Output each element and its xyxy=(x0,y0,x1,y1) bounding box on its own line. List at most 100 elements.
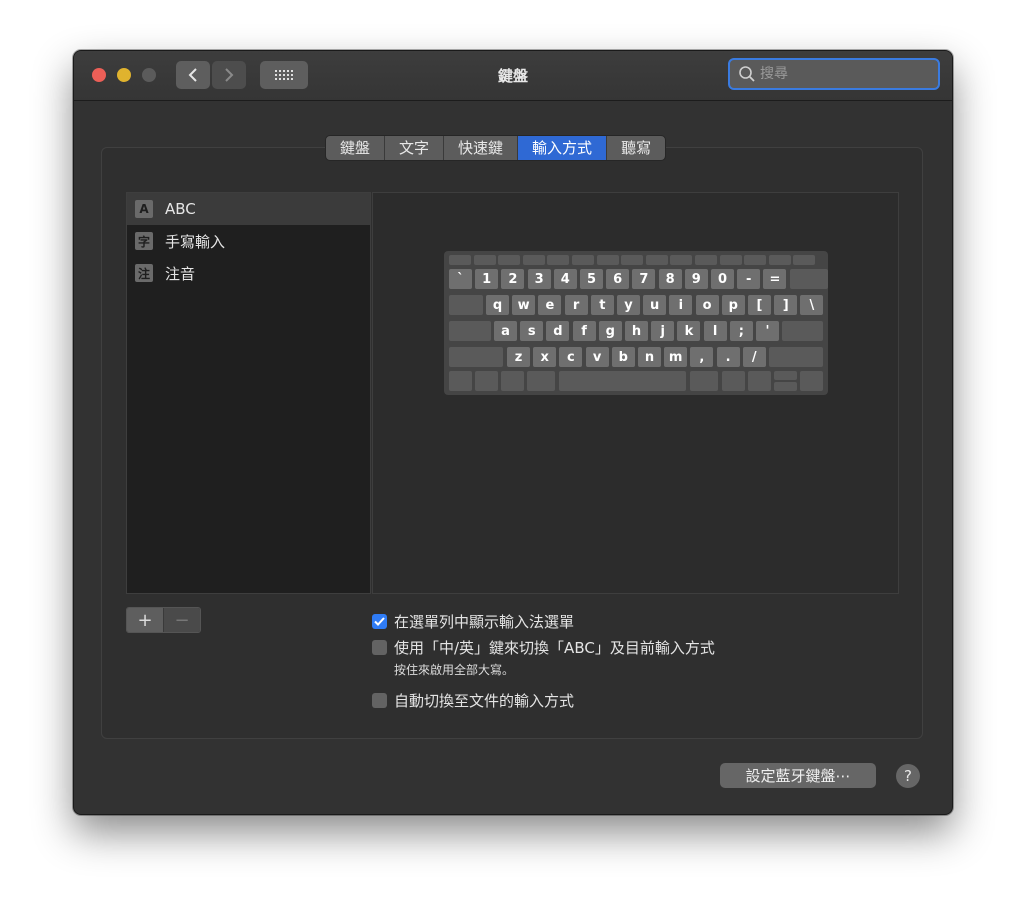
help-button[interactable]: ? xyxy=(896,764,920,788)
keycap: c xyxy=(559,347,583,367)
list-item-label: 手寫輸入 xyxy=(165,232,226,251)
keycap: z xyxy=(507,347,530,367)
keycap: 5 xyxy=(580,269,603,289)
auto-switch-checkbox[interactable] xyxy=(372,693,387,708)
tab-dictation[interactable]: 聽寫 xyxy=(607,136,665,160)
keycap: \ xyxy=(800,295,824,315)
keycap: n xyxy=(638,347,661,367)
keycap: k xyxy=(677,321,701,341)
blank-keycap xyxy=(768,255,791,265)
blank-keycap xyxy=(774,382,797,391)
tab-shortcuts[interactable]: 快速鍵 xyxy=(444,136,519,160)
remove-button[interactable]: − xyxy=(163,608,200,632)
keycap: m xyxy=(664,347,688,367)
keycap: = xyxy=(763,269,787,289)
option-show-menu[interactable]: 在選單列中顯示輸入法選單 xyxy=(372,611,574,632)
show-menu-label: 在選單列中顯示輸入法選單 xyxy=(394,613,575,631)
keycap: 1 xyxy=(475,269,499,289)
blank-keycap xyxy=(789,269,828,289)
zhuyin-icon: 注 xyxy=(135,264,153,282)
title-bar: 鍵盤 xyxy=(74,51,952,101)
blank-keycap xyxy=(572,255,594,265)
keycap: w xyxy=(512,295,536,315)
blank-keycap xyxy=(769,347,823,367)
blank-keycap xyxy=(719,255,742,265)
blank-keycap xyxy=(621,255,644,265)
preferences-window: 鍵盤 鍵盤 文字 快速鍵 輸入方式 聽寫 A ABC 字 手寫輸入 注 注音 xyxy=(73,50,953,815)
keycap: ' xyxy=(756,321,779,341)
abc-icon: A xyxy=(135,200,153,218)
keycap: 4 xyxy=(553,269,577,289)
search-icon xyxy=(739,66,755,82)
list-item[interactable]: A ABC xyxy=(127,193,370,225)
keycap: . xyxy=(716,347,740,367)
keycap: g xyxy=(598,321,622,341)
blank-keycap xyxy=(559,371,686,391)
tab-text[interactable]: 文字 xyxy=(385,136,445,160)
search-field[interactable] xyxy=(728,58,940,90)
switch-key-note: 按住來啟用全部大寫。 xyxy=(394,663,515,677)
add-button[interactable]: + xyxy=(127,608,163,632)
blank-keycap xyxy=(670,255,693,265)
keycap: [ xyxy=(748,295,771,315)
blank-keycap xyxy=(800,371,823,391)
blank-keycap xyxy=(501,371,524,391)
auto-switch-label: 自動切換至文件的輸入方式 xyxy=(394,692,575,710)
blank-keycap xyxy=(449,321,491,341)
blank-keycap xyxy=(695,255,717,265)
keycap: ] xyxy=(774,295,798,315)
switch-key-checkbox[interactable] xyxy=(372,640,387,655)
blank-keycap xyxy=(547,255,570,265)
keyboard-preview-pane: ` 1 2 3 4 5 6 7 8 9 0- = q w e r t y u i o p[] \ a s d f g h j k l; ' z x c… xyxy=(372,192,899,594)
keycap: r xyxy=(564,295,588,315)
keycap: 8 xyxy=(658,269,682,289)
keycap: a xyxy=(494,321,517,341)
keycap: t xyxy=(590,295,614,315)
blank-keycap xyxy=(744,255,767,265)
keycap: i xyxy=(669,295,693,315)
tab-bar: 鍵盤 文字 快速鍵 輸入方式 聽寫 xyxy=(325,135,667,161)
input-source-list[interactable]: A ABC 字 手寫輸入 注 注音 xyxy=(126,192,371,594)
option-auto-switch[interactable]: 自動切換至文件的輸入方式 xyxy=(372,690,574,711)
keyboard-layout-preview: ` 1 2 3 4 5 6 7 8 9 0- = q w e r t y u i o p[] \ a s d f g h j k l; ' z x c… xyxy=(444,251,828,395)
tab-keyboard[interactable]: 鍵盤 xyxy=(326,136,386,160)
blank-keycap xyxy=(690,371,718,391)
blank-keycap xyxy=(498,255,521,265)
blank-keycap xyxy=(645,255,668,265)
keycap: ` xyxy=(449,269,472,289)
keycap: - xyxy=(737,269,761,289)
keycap: ; xyxy=(729,321,753,341)
blank-keycap xyxy=(473,255,496,265)
keycap: u xyxy=(643,295,667,315)
blank-keycap xyxy=(748,371,771,391)
switch-key-label: 使用「中/英」鍵來切換「ABC」及目前輸入方式 xyxy=(394,639,715,657)
blank-keycap xyxy=(782,321,823,341)
keycap: q xyxy=(486,295,509,315)
list-item[interactable]: 字 手寫輸入 xyxy=(127,225,370,257)
keycap: 3 xyxy=(527,269,551,289)
list-item-label: ABC xyxy=(165,200,196,218)
option-switch-key[interactable]: 使用「中/英」鍵來切換「ABC」及目前輸入方式 xyxy=(372,637,715,658)
search-input[interactable] xyxy=(756,65,932,83)
tab-input-sources[interactable]: 輸入方式 xyxy=(518,136,608,160)
keycap: j xyxy=(651,321,675,341)
blank-keycap xyxy=(449,371,472,391)
checkmark-icon xyxy=(374,617,385,626)
keycap: x xyxy=(533,347,557,367)
keycap: f xyxy=(572,321,596,341)
keycap: 2 xyxy=(501,269,525,289)
keycap: y xyxy=(617,295,640,315)
blank-keycap xyxy=(449,255,471,265)
blank-keycap xyxy=(793,255,816,265)
setup-bluetooth-keyboard-button[interactable]: 設定藍牙鍵盤⋯ xyxy=(720,763,876,788)
keycap: l xyxy=(703,321,727,341)
keycap: 0 xyxy=(711,269,734,289)
list-item[interactable]: 注 注音 xyxy=(127,257,370,289)
show-menu-checkbox[interactable] xyxy=(372,614,387,629)
keycap: b xyxy=(611,347,635,367)
keycap: h xyxy=(625,321,648,341)
handwriting-icon: 字 xyxy=(135,232,153,250)
keycap: d xyxy=(546,321,570,341)
list-item-label: 注音 xyxy=(165,264,196,283)
keycap: e xyxy=(538,295,562,315)
